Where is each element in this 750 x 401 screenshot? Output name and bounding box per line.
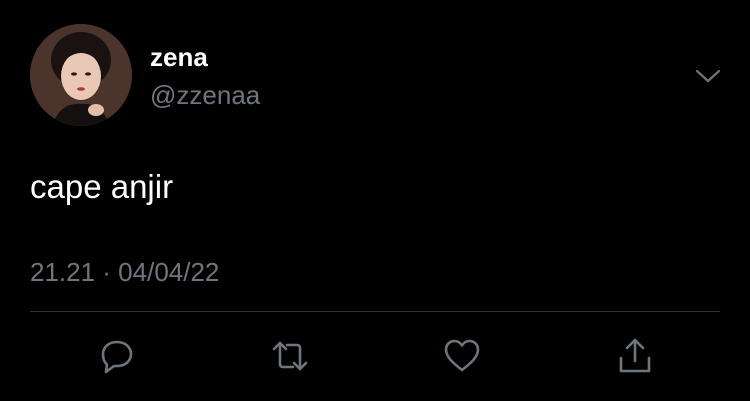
reply-button[interactable]: [97, 336, 137, 376]
avatar[interactable]: [30, 24, 132, 126]
retweet-button[interactable]: [270, 336, 310, 376]
share-icon: [619, 338, 651, 373]
tweet-detail: zena @zzenaa cape anjir 21.21 · 04/04/22: [0, 0, 750, 401]
retweet-icon: [272, 341, 308, 371]
reply-icon: [101, 340, 133, 374]
like-button[interactable]: [442, 336, 482, 376]
chevron-down-icon[interactable]: [694, 62, 722, 90]
tweet-timestamp[interactable]: 21.21 · 04/04/22: [30, 257, 219, 287]
heart-icon: [444, 339, 480, 372]
avatar-photo: [30, 24, 132, 126]
share-button[interactable]: [615, 336, 655, 376]
tweet-text: cape anjir: [30, 168, 174, 205]
user-handle[interactable]: @zzenaa: [150, 80, 260, 110]
divider: [30, 311, 720, 312]
display-name[interactable]: zena: [150, 42, 208, 72]
